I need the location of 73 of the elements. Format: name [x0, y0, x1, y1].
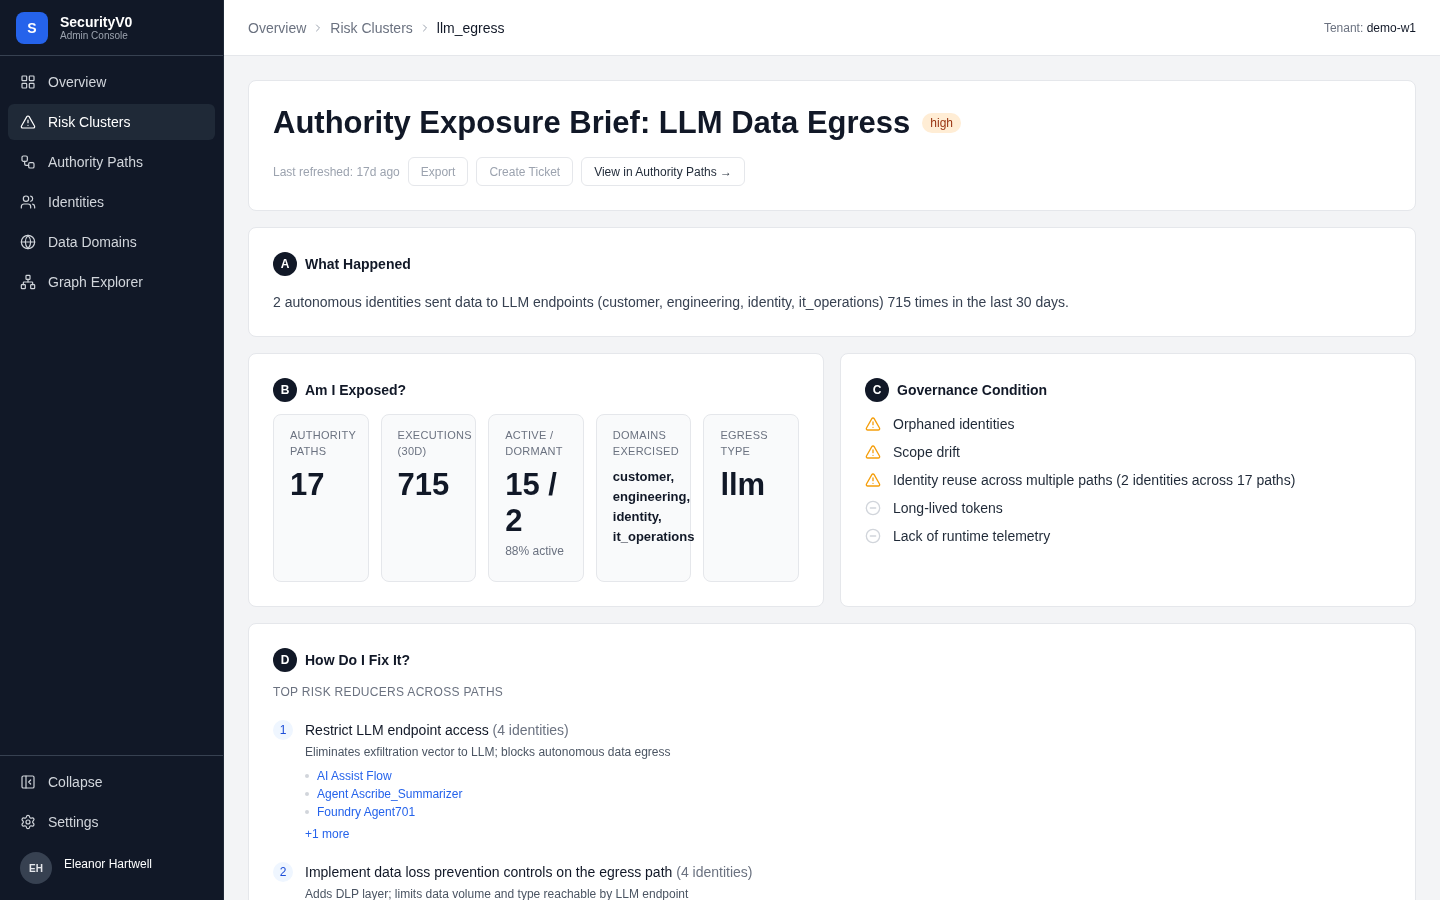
- section-title: Governance Condition: [897, 381, 1048, 400]
- breadcrumb-link[interactable]: Risk Clusters: [330, 17, 413, 38]
- user-name: Eleanor Hartwell: [64, 856, 153, 872]
- warning-icon: [865, 472, 881, 488]
- summary-text: 2 autonomous identities sent data to LLM endpoints (customer, engineering, identity, it_operations) 715 times in the last 30 days.: [273, 293, 1070, 312]
- tenant-label: Tenant: demo-w1: [1323, 19, 1416, 36]
- bullet-icon: [305, 810, 309, 814]
- more-link[interactable]: +1 more: [305, 826, 671, 842]
- section-title: Am I Exposed?: [305, 381, 407, 400]
- action-button[interactable]: View in Authority Paths →: [581, 157, 745, 186]
- metric-value: 15 / 2: [505, 467, 558, 539]
- breadcrumb-link[interactable]: Overview: [248, 17, 307, 38]
- nav-item[interactable]: Data Domains: [8, 224, 215, 260]
- hierarchy-icon: [20, 274, 36, 290]
- condition-text: Scope drift: [893, 443, 960, 462]
- condition-text: Orphaned identities: [893, 415, 1015, 434]
- metric-label: EXECUTIONS (30D): [397, 428, 472, 459]
- nav-item[interactable]: Collapse: [8, 764, 215, 800]
- metric-value: llm: [720, 467, 767, 503]
- reducer-title: Implement data loss prevention controls on the egress path (4 identities): [305, 863, 753, 882]
- warning-icon: [865, 416, 881, 432]
- warning-icon: [20, 114, 36, 130]
- minus-circle-icon: [865, 528, 881, 544]
- bullet-icon: [305, 792, 309, 796]
- condition-text: Identity reuse across multiple paths (2 identities across 17 paths): [893, 471, 1296, 490]
- breadcrumb-link[interactable]: llm_egress: [436, 17, 505, 38]
- step-number: 1: [273, 720, 293, 740]
- condition-text: Long-lived tokens: [893, 499, 1003, 518]
- metric-label: DOMAINS EXERCISED: [612, 428, 680, 459]
- identity-link[interactable]: AI Assist Flow: [317, 768, 392, 784]
- metric-value: 17: [290, 467, 326, 503]
- identity-link[interactable]: Foundry Agent701: [317, 804, 416, 820]
- metric-note: 88% active: [505, 543, 565, 559]
- metric-value: customer, engineering, identity, it_operations: [612, 468, 695, 546]
- section-letter-badge: D: [273, 648, 297, 672]
- logo-badge: S: [16, 11, 48, 44]
- metric-value: 715: [397, 467, 451, 503]
- user-avatar[interactable]: EH: [20, 852, 52, 884]
- reducer-description: Adds DLP layer; limits data volume and type reachable by LLM endpoint: [305, 886, 690, 900]
- reducers-subtitle: TOP RISK REDUCERS ACROSS PATHS: [273, 684, 505, 700]
- section-title: What Happened: [305, 255, 411, 274]
- nav-item[interactable]: Overview: [8, 64, 215, 100]
- nav-item[interactable]: Authority Paths: [8, 144, 215, 180]
- page-title: Authority Exposure Brief: LLM Data Egress: [273, 105, 911, 141]
- nodes-icon: [20, 154, 36, 170]
- metric-label: AUTHORITY PATHS: [290, 428, 357, 459]
- last-refreshed: Last refreshed: 17d ago: [273, 163, 400, 180]
- app-name: SecurityV0: [60, 13, 133, 30]
- minus-circle-icon: [865, 500, 881, 516]
- nav-item[interactable]: Graph Explorer: [8, 264, 215, 300]
- globe-icon: [20, 234, 36, 250]
- users-icon: [20, 194, 36, 210]
- grid-icon: [20, 74, 36, 90]
- section-letter-badge: A: [273, 252, 297, 276]
- condition-text: Lack of runtime telemetry: [893, 527, 1051, 546]
- section-letter-badge: C: [865, 378, 889, 402]
- warning-icon: [865, 444, 881, 460]
- section-title: How Do I Fix It?: [305, 651, 410, 670]
- reducer-title: Restrict LLM endpoint access (4 identities): [305, 721, 570, 740]
- section-letter-badge: B: [273, 378, 297, 402]
- step-number: 2: [273, 862, 293, 882]
- collapse-icon: [20, 774, 36, 790]
- metric-label: ACTIVE / DORMANT: [505, 428, 564, 459]
- nav-item[interactable]: Identities: [8, 184, 215, 220]
- bullet-icon: [305, 774, 309, 778]
- metric-label: EGRESS TYPE: [720, 428, 769, 459]
- app-subtitle: Admin Console: [60, 29, 128, 42]
- reducer-description: Eliminates exfiltration vector to LLM; blocks autonomous data egress: [305, 744, 671, 760]
- nav-item[interactable]: Risk Clusters: [8, 104, 215, 140]
- identity-link[interactable]: Agent Ascribe_Summarizer: [317, 786, 463, 802]
- severity-badge: high: [922, 113, 962, 133]
- settings-icon: [20, 814, 36, 830]
- nav-item[interactable]: Settings: [8, 804, 215, 840]
